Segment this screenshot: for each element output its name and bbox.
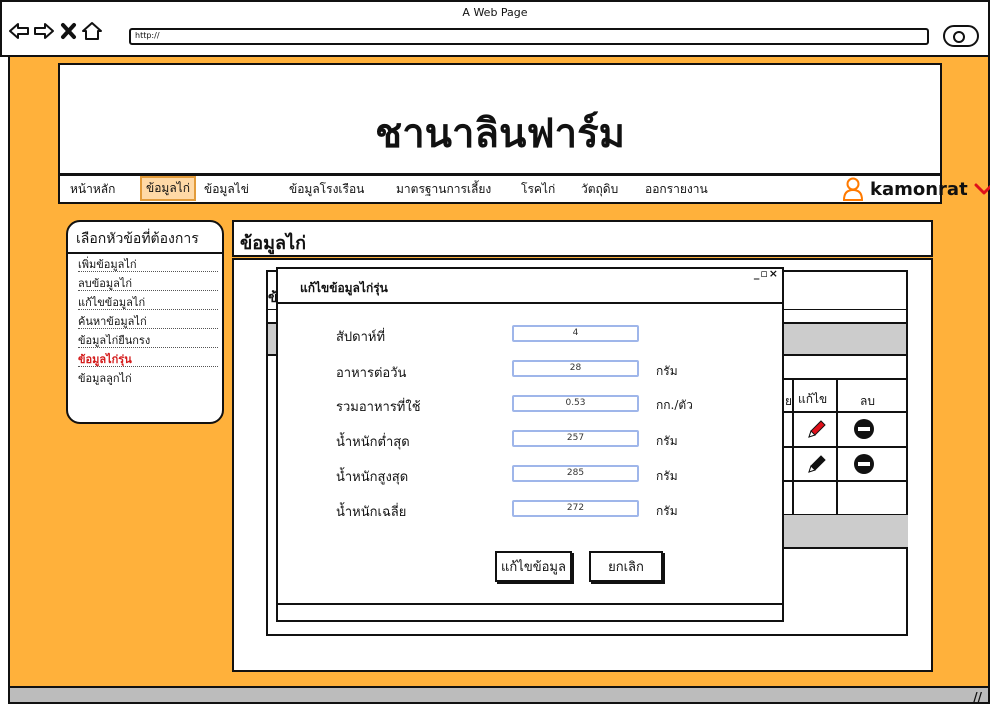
table-row-line [784, 547, 908, 549]
field-unit-min-weight: กรัม [656, 434, 678, 448]
content-title: ข้อมูลไก่ [240, 233, 306, 254]
url-bar[interactable]: http:// [129, 28, 929, 45]
nav-item-materials[interactable]: วัตถุดิบ [581, 180, 618, 199]
site-header: ชานาลินฟาร์ม [58, 63, 942, 175]
table-row-line [784, 446, 908, 448]
sidebar: เลือกหัวข้อที่ต้องการ เพิ่มข้อมูลไก่ ลบข… [66, 220, 224, 424]
window-title: A Web Page [462, 6, 528, 19]
sidebar-item-edit-chicken[interactable]: แก้ไขข้อมูลไก่ [78, 293, 218, 310]
close-x-icon[interactable] [58, 21, 80, 41]
nav-item-home[interactable]: หน้าหลัก [70, 180, 115, 199]
nav-item-egg-data[interactable]: ข้อมูลไข่ [204, 180, 249, 199]
min-weight-input[interactable]: 257 [512, 430, 639, 447]
forward-arrow-icon[interactable] [33, 21, 55, 41]
table-header-delete: ลบ [860, 394, 875, 408]
table-empty-row [782, 515, 908, 547]
delete-icon[interactable] [854, 419, 874, 439]
field-label-max-weight: น้ำหนักสูงสุด [336, 470, 409, 485]
user-menu[interactable]: kamonrat [842, 177, 990, 201]
field-label-food-per-day: อาหารต่อวัน [336, 366, 407, 381]
site-title: ชานาลินฟาร์ม [375, 110, 625, 157]
dialog-title: แก้ไขข้อมูลไก่รุ่น [300, 281, 388, 295]
edit-pencil-icon[interactable] [805, 454, 827, 476]
edit-young-chicken-dialog: แก้ไขข้อมูลไก่รุ่น _▫× สัปดาห์ที่ 4 อาหา… [276, 267, 784, 622]
edit-pencil-icon[interactable] [805, 419, 827, 441]
home-icon[interactable] [81, 21, 103, 41]
field-label-min-weight: น้ำหนักต่ำสุด [336, 435, 410, 450]
resize-grip-icon[interactable]: // [973, 690, 982, 704]
dialog-title-divider [278, 302, 782, 304]
nav-item-raising-standards[interactable]: มาตรฐานการเลี้ยง [396, 180, 491, 199]
avg-weight-input[interactable]: 272 [512, 500, 639, 517]
field-label-avg-weight: น้ำหนักเฉลี่ย [336, 505, 407, 520]
window-controls-icon[interactable]: _▫× [754, 267, 779, 280]
total-food-input[interactable]: 0.53 [512, 395, 639, 412]
field-unit-avg-weight: กรัม [656, 504, 678, 518]
field-unit-food-per-day: กรัม [656, 364, 678, 378]
table-header-fragment: ย [785, 394, 793, 408]
sidebar-item-add-chicken[interactable]: เพิ่มข้อมูลไก่ [78, 255, 218, 272]
field-unit-total-food: กก./ตัว [656, 398, 693, 412]
dialog-footer-divider [278, 603, 782, 605]
cancel-button[interactable]: ยกเลิก [589, 551, 663, 582]
nav-item-chicken-disease[interactable]: โรคไก่ [521, 180, 555, 199]
week-input[interactable]: 4 [512, 325, 639, 342]
content-header: ข้อมูลไก่ [232, 220, 933, 257]
save-edit-button[interactable]: แก้ไขข้อมูล [495, 551, 572, 582]
table-row-line [784, 378, 908, 380]
user-name: kamonrat [870, 178, 968, 200]
nav-item-house-data[interactable]: ข้อมูลโรงเรือน [289, 180, 364, 199]
field-unit-max-weight: กรัม [656, 469, 678, 483]
table-row-line [784, 411, 908, 413]
field-label-total-food: รวมอาหารที่ใช้ [336, 400, 421, 415]
browser-status-bar: // [8, 686, 990, 704]
max-weight-input[interactable]: 285 [512, 465, 639, 482]
field-label-week: สัปดาห์ที่ [336, 330, 386, 345]
browser-menu-button[interactable] [943, 25, 979, 47]
sidebar-item-young-chicken[interactable]: ข้อมูลไก่รุ่น [78, 350, 218, 367]
sidebar-item-search-chicken[interactable]: ค้นหาข้อมูลไก่ [78, 312, 218, 329]
back-arrow-icon[interactable] [8, 21, 30, 41]
delete-icon[interactable] [854, 454, 874, 474]
chevron-down-icon[interactable] [974, 182, 990, 196]
food-per-day-input[interactable]: 28 [512, 360, 639, 377]
table-header-edit: แก้ไข [798, 392, 828, 406]
main-nav: หน้าหลัก ข้อมูลไก่ ข้อมูลไข่ ข้อมูลโรงเร… [58, 174, 990, 204]
browser-chrome: A Web Page http:// [0, 0, 990, 57]
sidebar-item-cage-chicken[interactable]: ข้อมูลไก่ยืนกรง [78, 331, 218, 348]
nav-item-reports[interactable]: ออกรายงาน [645, 180, 708, 199]
nav-item-chicken-data[interactable]: ข้อมูลไก่ [140, 176, 196, 201]
sidebar-item-chick[interactable]: ข้อมูลลูกไก่ [78, 369, 218, 386]
user-icon [842, 177, 864, 201]
sidebar-title: เลือกหัวข้อที่ต้องการ [68, 228, 224, 254]
sidebar-item-delete-chicken[interactable]: ลบข้อมูลไก่ [78, 274, 218, 291]
table-row-line [784, 480, 908, 482]
